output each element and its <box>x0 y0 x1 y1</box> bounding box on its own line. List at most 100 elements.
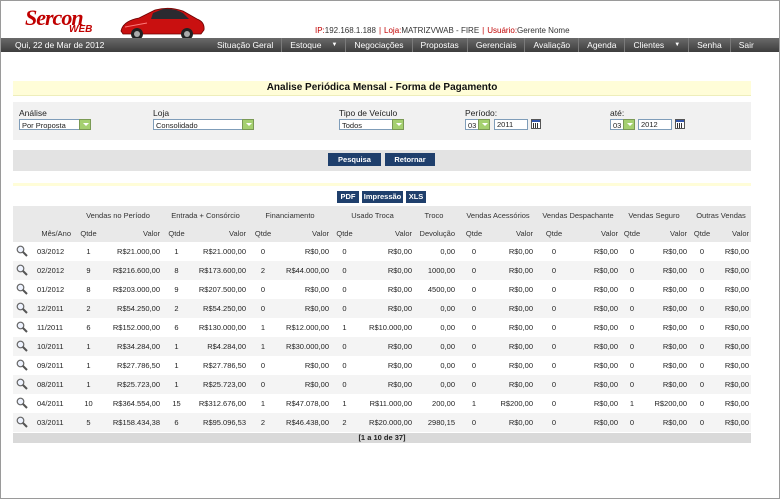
column-header-valor: Valor <box>143 229 160 238</box>
magnifier-icon[interactable] <box>16 321 28 333</box>
divider <box>13 183 751 186</box>
nav-item-8[interactable]: Senha <box>689 38 730 52</box>
analise-select[interactable]: Por Proposta <box>19 119 91 130</box>
table-cell: R$0,00 <box>724 266 749 275</box>
table-row[interactable]: 09/2011 1 R$27.786,50 1 R$27.786,50 0 R$0,00 0 R… <box>13 356 751 375</box>
table-row[interactable]: 04/2011 10 R$364.554,00 15 R$312.676,00 1 R$47… <box>13 394 751 413</box>
nav-item-5[interactable]: Avaliação <box>525 38 578 52</box>
table-cell: 0 <box>342 304 347 313</box>
table-cell: R$0,00 <box>724 304 749 313</box>
nav-item-3[interactable]: Propostas <box>413 38 467 52</box>
table-row[interactable]: 03/2012 1 R$21.000,00 1 R$21.000,00 0 R$0,00 0 R… <box>13 242 751 261</box>
table-cell: 0 <box>699 247 705 256</box>
table-cell: R$0,00 <box>593 342 618 351</box>
nav-item-1[interactable]: Estoque ▼ <box>282 38 345 52</box>
table-cell: 0 <box>342 380 347 389</box>
nav-item-label: Estoque <box>290 40 322 50</box>
table-cell: 0 <box>551 380 557 389</box>
table-cell: R$0,00 <box>662 285 687 294</box>
nav-item-6[interactable]: Agenda <box>579 38 624 52</box>
nav-item-4[interactable]: Gerenciais <box>468 38 525 52</box>
table-row[interactable]: 10/2011 1 R$34.284,00 1 R$4.284,00 1 R$30.000,… <box>13 337 751 356</box>
magnifier-icon[interactable] <box>16 397 28 409</box>
table-cell: 0,00 <box>440 304 455 313</box>
magnifier-icon[interactable] <box>16 378 28 390</box>
loja-select[interactable]: Consolidado <box>153 119 254 130</box>
chevron-down-icon[interactable] <box>478 119 490 130</box>
magnifier-icon[interactable] <box>16 302 28 314</box>
ate-mes-select[interactable]: 03 <box>610 119 635 130</box>
chevron-down-icon[interactable] <box>623 119 635 130</box>
group-header: Vendas no Período <box>86 211 150 220</box>
chevron-down-icon[interactable]: ▼ <box>674 38 680 52</box>
magnifier-icon[interactable] <box>16 416 28 428</box>
column-header-valor: Valor <box>312 229 329 238</box>
calendar-icon[interactable] <box>531 119 541 129</box>
table-cell: R$0,00 <box>508 323 533 332</box>
table-cell: R$312.676,00 <box>198 399 246 408</box>
nav-item-0[interactable]: Situação Geral <box>209 38 281 52</box>
ate-ano-input[interactable]: 2012 <box>638 119 672 130</box>
group-header: Outras Vendas <box>696 211 746 220</box>
table-cell: 0 <box>471 418 477 427</box>
tipo-veiculo-select[interactable]: Todos <box>339 119 404 130</box>
magnifier-icon[interactable] <box>16 283 28 295</box>
magnifier-icon[interactable] <box>16 340 28 352</box>
table-cell: R$0,00 <box>508 266 533 275</box>
table-cell: 0 <box>471 266 477 275</box>
magnifier-icon[interactable] <box>16 245 28 257</box>
table-cell: 0 <box>471 304 477 313</box>
nav-item-label: Propostas <box>420 40 459 50</box>
chevron-down-icon[interactable]: ▼ <box>331 38 337 52</box>
nav-item-7[interactable]: Clientes ▼ <box>625 38 688 52</box>
chevron-down-icon[interactable] <box>79 119 91 130</box>
table-cell: R$152.000,00 <box>112 323 160 332</box>
group-header: Troco <box>424 211 444 220</box>
cell-mes-ano: 01/2012 <box>37 285 65 294</box>
table-cell: R$0,00 <box>724 380 749 389</box>
table-cell: R$0,00 <box>387 247 412 256</box>
column-header-qtde: Qtde <box>80 229 97 238</box>
cell-mes-ano: 02/2012 <box>37 266 65 275</box>
pesquisa-button[interactable]: Pesquisa <box>328 153 381 166</box>
table-cell: 0 <box>471 342 477 351</box>
chevron-down-icon[interactable] <box>242 119 254 130</box>
group-header: Vendas Despachante <box>542 211 614 220</box>
table-cell: 6 <box>86 323 91 332</box>
column-header-valor: Valor <box>229 229 246 238</box>
impressao-button[interactable]: Impressão <box>362 191 403 203</box>
table-row[interactable]: 01/2012 8 R$203.000,00 9 R$207.500,00 0 R$0,00… <box>13 280 751 299</box>
cell-mes-ano: 10/2011 <box>37 342 64 351</box>
pagination-info[interactable]: [1 a 10 de 37] <box>13 433 751 443</box>
table-cell: 0 <box>551 266 557 275</box>
group-header: Financiamento <box>265 211 315 220</box>
table-cell: R$25.723,00 <box>203 380 246 389</box>
table-cell: 0 <box>260 380 266 389</box>
table-cell: R$0,00 <box>508 285 533 294</box>
loja-filter-label: Loja <box>153 108 170 118</box>
table-row[interactable]: 08/2011 1 R$25.723,00 1 R$25.723,00 0 R$0,00 0 R… <box>13 375 751 394</box>
magnifier-icon[interactable] <box>16 359 28 371</box>
magnifier-icon[interactable] <box>16 264 28 276</box>
chevron-down-icon[interactable] <box>392 119 404 130</box>
table-cell: R$0,00 <box>387 361 412 370</box>
nav-item-9[interactable]: Sair <box>731 38 762 52</box>
table-cell: 0 <box>629 361 635 370</box>
xls-button[interactable]: XLS <box>406 191 426 203</box>
calendar-icon[interactable] <box>675 119 685 129</box>
cell-mes-ano: 12/2011 <box>37 304 64 313</box>
table-row[interactable]: 03/2011 5 R$158.434,38 6 R$95.096,53 2 R$46.43… <box>13 413 751 432</box>
nav-item-2[interactable]: Negociações <box>346 38 411 52</box>
retornar-button[interactable]: Retornar <box>385 153 435 166</box>
table-cell: 8 <box>174 266 179 275</box>
periodo-ano-input[interactable]: 2011 <box>494 119 528 130</box>
table-cell: R$173.600,00 <box>198 266 246 275</box>
nav-item-label: Situação Geral <box>217 40 274 50</box>
group-header: Entrada + Consórcio <box>171 211 240 220</box>
loja-label: Loja: <box>384 26 402 35</box>
table-row[interactable]: 02/2012 9 R$216.600,00 8 R$173.600,00 2 R$44.0… <box>13 261 751 280</box>
periodo-mes-select[interactable]: 03 <box>465 119 490 130</box>
pdf-button[interactable]: PDF <box>337 191 359 203</box>
table-row[interactable]: 12/2011 2 R$54.250,00 2 R$54.250,00 0 R$0,00 0 R… <box>13 299 751 318</box>
table-row[interactable]: 11/2011 6 R$152.000,00 6 R$130.000,00 1 R$12.0… <box>13 318 751 337</box>
